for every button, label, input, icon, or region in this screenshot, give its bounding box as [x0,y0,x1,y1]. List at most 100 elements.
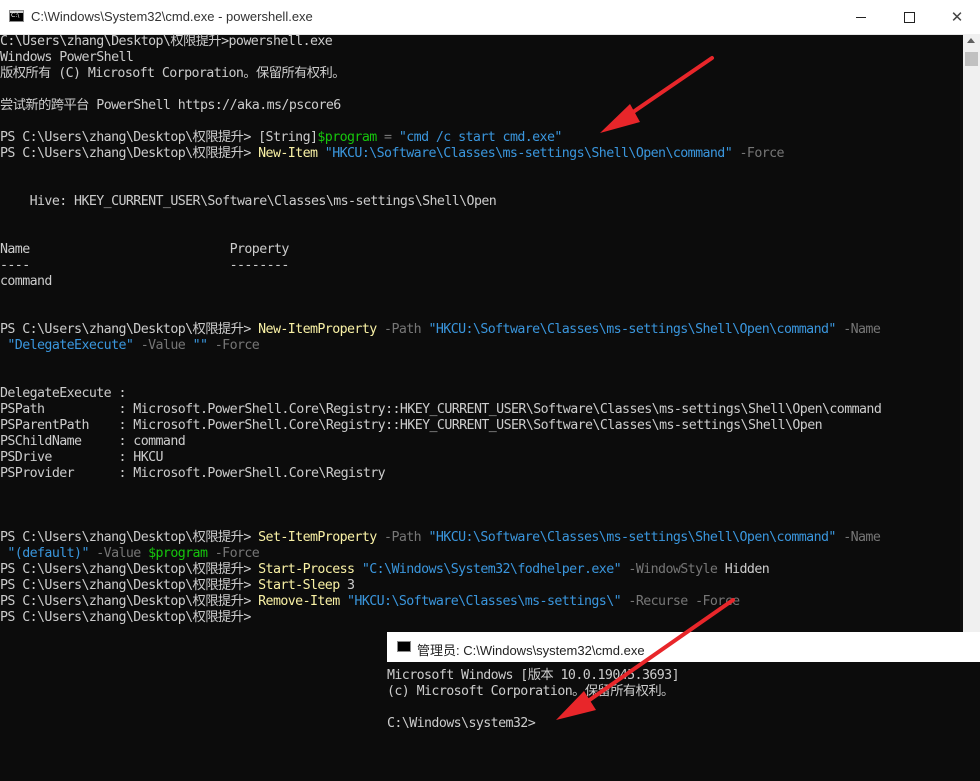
vertical-scrollbar[interactable] [963,34,980,632]
console-line: ---- -------- [0,258,289,274]
console-segment: "" [192,338,208,353]
console-segment: PS C:\Users\zhang\Desktop\权限提升> [0,594,259,609]
console-segment: PSParentPath : Microsoft.PowerShell.Core… [0,418,823,433]
console-line: command [0,274,52,290]
console-line: "(default)" -Value $program -Force [0,546,259,562]
console-line: DelegateExecute : [0,386,127,402]
window-title: C:\Windows\System32\cmd.exe - powershell… [31,9,313,24]
console-line: 尝试新的跨平台 PowerShell https://aka.ms/pscore… [0,98,341,114]
console-segment: Remove-Item [258,594,340,609]
console-segment: 尝试新的跨平台 PowerShell https://aka.ms/pscore… [0,98,341,113]
console-segment: -Recurse -Force [621,594,740,609]
console-segment: PSPath : Microsoft.PowerShell.Core\Regis… [0,402,882,417]
console-line: PS C:\Users\zhang\Desktop\权限提升> New-Item… [0,146,785,162]
admin-cmd-window: 管理员: C:\Windows\system32\cmd.exe Microso… [387,632,980,781]
console-segment [317,146,324,161]
console-segment: $program [148,546,208,561]
console-segment: PSProvider : Microsoft.PowerShell.Core\R… [0,466,386,481]
console-segment: PS C:\Users\zhang\Desktop\权限提升> [0,130,259,145]
admin-console-line: (c) Microsoft Corporation。保留所有权利。 [387,684,674,699]
console-segment: "HKCU:\Software\Classes\ms-settings\Shel… [428,530,836,545]
console-segment: "HKCU:\Software\Classes\ms-settings\Shel… [324,146,733,161]
console-line: PSPath : Microsoft.PowerShell.Core\Regis… [0,402,882,418]
console-line: Windows PowerShell [0,50,134,66]
scroll-up-icon[interactable] [967,38,975,43]
console-line: PS C:\Users\zhang\Desktop\权限提升> Remove-I… [0,594,740,610]
console-segment: Set-ItemProperty [258,530,377,545]
console-line: 版权所有 (C) Microsoft Corporation。保留所有权利。 [0,66,346,82]
admin-title-bar[interactable]: 管理员: C:\Windows\system32\cmd.exe [387,632,980,662]
console-segment: -Force [207,546,260,561]
console-line: Name Property [0,242,289,258]
console-segment: $program [317,130,377,145]
console-segment: -Force [732,146,785,161]
console-segment: New-ItemProperty [258,322,377,337]
console-segment: New-Item [258,146,318,161]
console-segment: "C:\Windows\System32\fodhelper.exe" [361,562,622,577]
console-segment: Windows PowerShell [0,50,134,65]
close-button[interactable]: ✕ [934,0,980,34]
console-segment: -Path [376,530,429,545]
console-segment: -Name [835,322,881,337]
console-line: C:\Users\zhang\Desktop\权限提升>powershell.e… [0,34,333,50]
console-segment: "DelegateExecute" [0,338,134,353]
console-segment: PS C:\Users\zhang\Desktop\权限提升> [0,322,259,337]
scrollbar-thumb[interactable] [965,52,978,66]
console-segment: -Value [133,338,193,353]
console-segment: Start-Process [258,562,355,577]
console-segment: = [376,130,399,145]
console-segment: Hive: HKEY_CURRENT_USER\Software\Classes… [0,194,497,209]
minimize-icon [856,16,866,18]
console-segment: Name Property [0,242,289,257]
admin-console-line: Microsoft Windows [版本 10.0.19045.3693] [387,668,680,683]
console-line: PSChildName : command [0,434,186,450]
console-line: "DelegateExecute" -Value "" -Force [0,338,259,354]
console-line: PSProvider : Microsoft.PowerShell.Core\R… [0,466,386,482]
console-segment: C:\Users\zhang\Desktop\权限提升>powershell.e… [0,34,333,49]
console-segment: -WindowStyle [621,562,725,577]
console-segment: -Name [835,530,881,545]
console-segment: [String] [258,130,318,145]
title-bar[interactable]: C:\Windows\System32\cmd.exe - powershell… [0,0,980,35]
console-segment [354,562,361,577]
console-line: PS C:\Users\zhang\Desktop\权限提升> New-Item… [0,322,881,338]
minimize-button[interactable] [838,0,884,34]
console-segment: command [0,274,52,289]
close-icon: ✕ [950,8,964,26]
console-segment: DelegateExecute : [0,386,127,401]
console-line: PS C:\Users\zhang\Desktop\权限提升> [0,610,251,626]
console-segment: -Value [88,546,149,561]
console-segment: "(default)" [0,546,89,561]
console-segment: PSChildName : command [0,434,186,449]
console-segment: PSDrive : HKCU [0,450,164,465]
console-segment: PS C:\Users\zhang\Desktop\权限提升> [0,610,251,625]
console-line: Hive: HKEY_CURRENT_USER\Software\Classes… [0,194,497,210]
console-segment: 版权所有 (C) Microsoft Corporation。保留所有权利。 [0,66,346,81]
console-line: PS C:\Users\zhang\Desktop\权限提升> Set-Item… [0,530,881,546]
console-line: PS C:\Users\zhang\Desktop\权限提升> Start-Sl… [0,578,355,594]
console-segment: "HKCU:\Software\Classes\ms-settings\Shel… [428,322,836,337]
maximize-icon [903,11,915,23]
console-segment: "HKCU:\Software\Classes\ms-settings\" [347,594,622,609]
console-line: PS C:\Users\zhang\Desktop\权限提升> Start-Pr… [0,562,770,578]
console-line: PSDrive : HKCU [0,450,164,466]
console-segment: -Force [207,338,260,353]
admin-console-line: C:\Windows\system32> [387,716,536,731]
console-icon [397,641,411,652]
console-line: PS C:\Users\zhang\Desktop\权限提升> [String]… [0,130,562,146]
console-segment: -Path [376,322,429,337]
console-segment: ---- -------- [0,258,289,273]
console-segment: "cmd /c start cmd.exe" [398,130,563,145]
console-segment: PS C:\Users\zhang\Desktop\权限提升> [0,146,259,161]
console-segment: 3 [339,578,355,593]
console-segment: PS C:\Users\zhang\Desktop\权限提升> [0,530,259,545]
console-segment [340,594,347,609]
console-icon [9,10,24,22]
console-segment: PS C:\Users\zhang\Desktop\权限提升> [0,562,259,577]
console-segment: Start-Sleep [258,578,340,593]
console-segment: PS C:\Users\zhang\Desktop\权限提升> [0,578,259,593]
maximize-button[interactable] [886,0,932,34]
console-segment: Hidden [724,562,770,577]
console-line: PSParentPath : Microsoft.PowerShell.Core… [0,418,823,434]
admin-window-title: 管理员: C:\Windows\system32\cmd.exe [417,643,645,658]
